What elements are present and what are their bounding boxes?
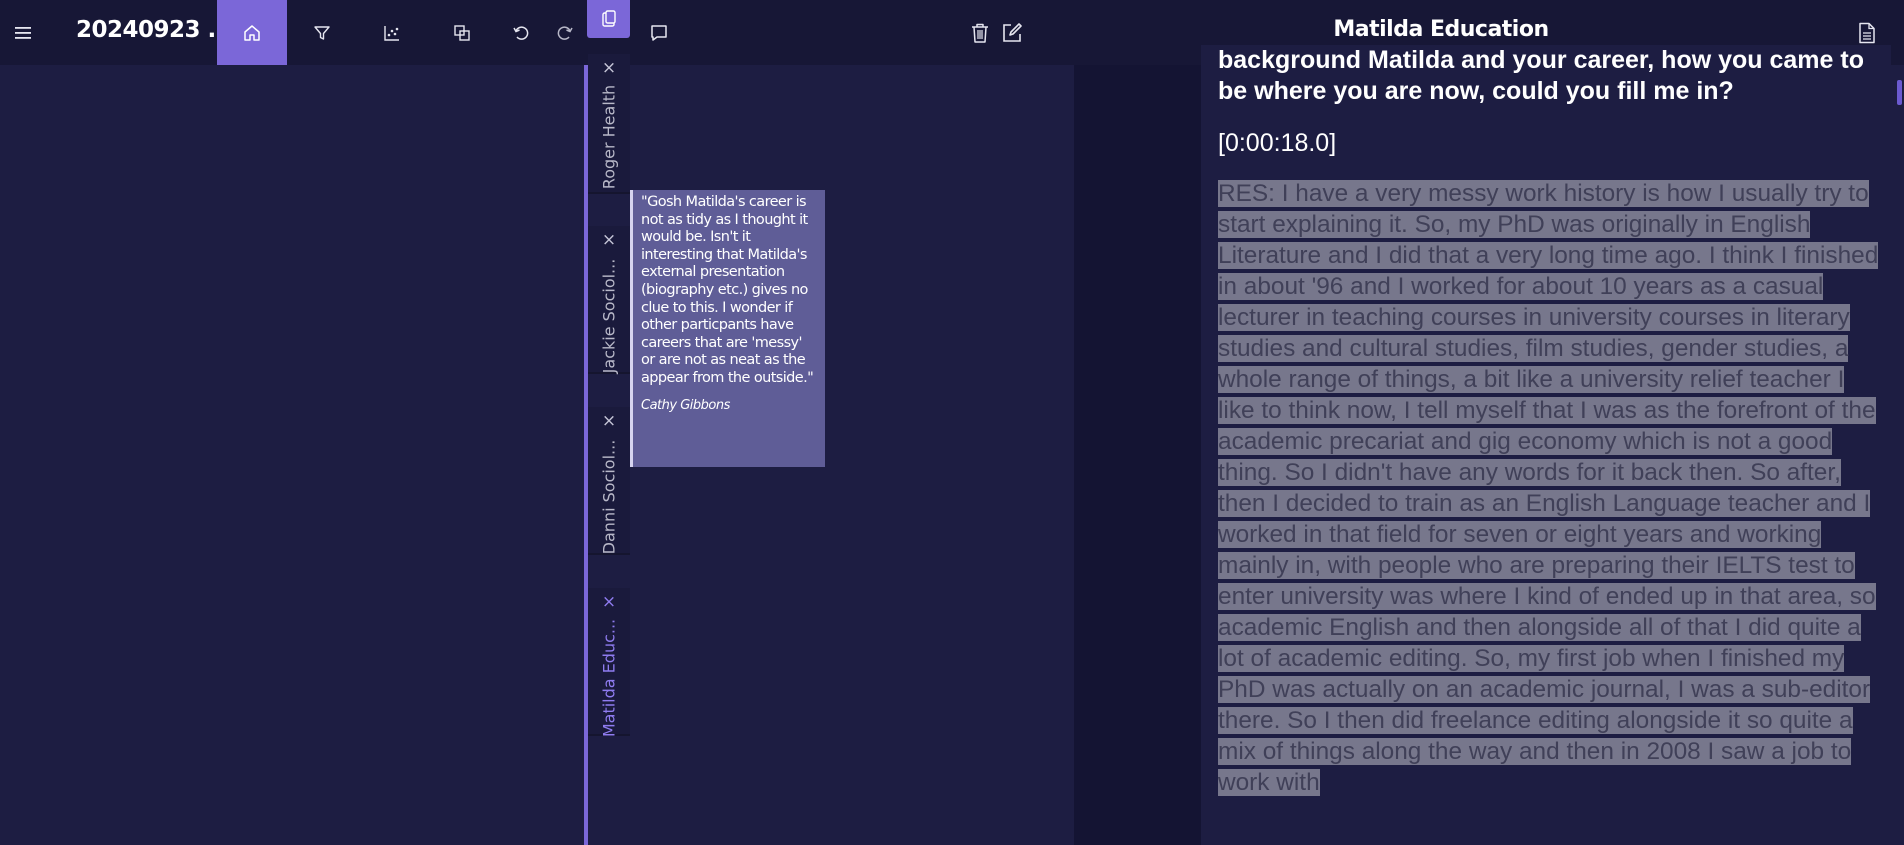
gutter — [1074, 65, 1201, 845]
hamburger-menu-icon[interactable] — [8, 0, 38, 65]
answer-paragraph[interactable]: RES: I have a very messy work history is… — [1218, 178, 1886, 798]
home-icon — [244, 24, 260, 41]
tab-label: Danni Sociol... — [599, 439, 619, 555]
close-icon[interactable]: × — [588, 58, 630, 80]
copy-icon — [454, 24, 470, 41]
comment-author: Cathy Gibbons — [641, 397, 730, 413]
close-icon[interactable]: × — [588, 592, 630, 614]
comment-button[interactable] — [644, 0, 674, 65]
transcript-view[interactable]: background Matilda and your career, how … — [1201, 45, 1891, 845]
scatter-chart-icon — [384, 25, 399, 41]
document-icon — [1859, 22, 1875, 43]
clipboard-button[interactable] — [587, 0, 630, 38]
clipboard-icon — [601, 10, 616, 27]
left-pane — [0, 65, 584, 845]
document-tabs: × Roger Health × Jackie Sociol... × Dann… — [588, 54, 630, 845]
chart-button[interactable] — [377, 0, 407, 65]
comment-card[interactable]: "Gosh Matilda's career is not as tidy as… — [630, 190, 825, 467]
close-icon[interactable]: × — [588, 411, 630, 433]
tab-matilda-educ[interactable]: × Matilda Educ... — [588, 588, 630, 738]
home-button[interactable] — [217, 0, 287, 65]
undo-button[interactable] — [506, 0, 536, 65]
highlighted-answer-text[interactable]: RES: I have a very messy work history is… — [1218, 180, 1879, 796]
edit-button[interactable] — [998, 0, 1026, 65]
edit-icon — [1003, 22, 1022, 42]
timestamp: [0:00:18.0] — [1218, 129, 1337, 157]
trash-icon — [972, 23, 988, 43]
tab-label: Roger Health — [599, 84, 619, 190]
copy-button[interactable] — [447, 0, 477, 65]
question-text: background Matilda and your career, how … — [1218, 46, 1864, 105]
scrollbar[interactable] — [1891, 65, 1904, 845]
tab-danni-sociol[interactable]: × Danni Sociol... — [588, 407, 630, 555]
redo-button[interactable] — [550, 0, 580, 65]
filter-icon — [314, 25, 330, 40]
redo-icon — [557, 25, 573, 40]
document-title[interactable]: 20240923 ... — [76, 0, 233, 65]
close-icon[interactable]: × — [588, 230, 630, 252]
comment-icon — [651, 24, 667, 41]
undo-icon — [513, 25, 529, 40]
delete-button[interactable] — [967, 0, 993, 65]
tab-label: Jackie Sociol... — [599, 258, 619, 374]
scrollbar-thumb[interactable] — [1897, 80, 1902, 105]
comment-text: "Gosh Matilda's career is not as tidy as… — [641, 194, 814, 386]
tab-label: Matilda Educ... — [599, 618, 619, 738]
tab-jackie-sociol[interactable]: × Jackie Sociol... — [588, 226, 630, 374]
filter-button[interactable] — [307, 0, 337, 65]
tab-roger-health[interactable]: × Roger Health — [588, 54, 630, 194]
